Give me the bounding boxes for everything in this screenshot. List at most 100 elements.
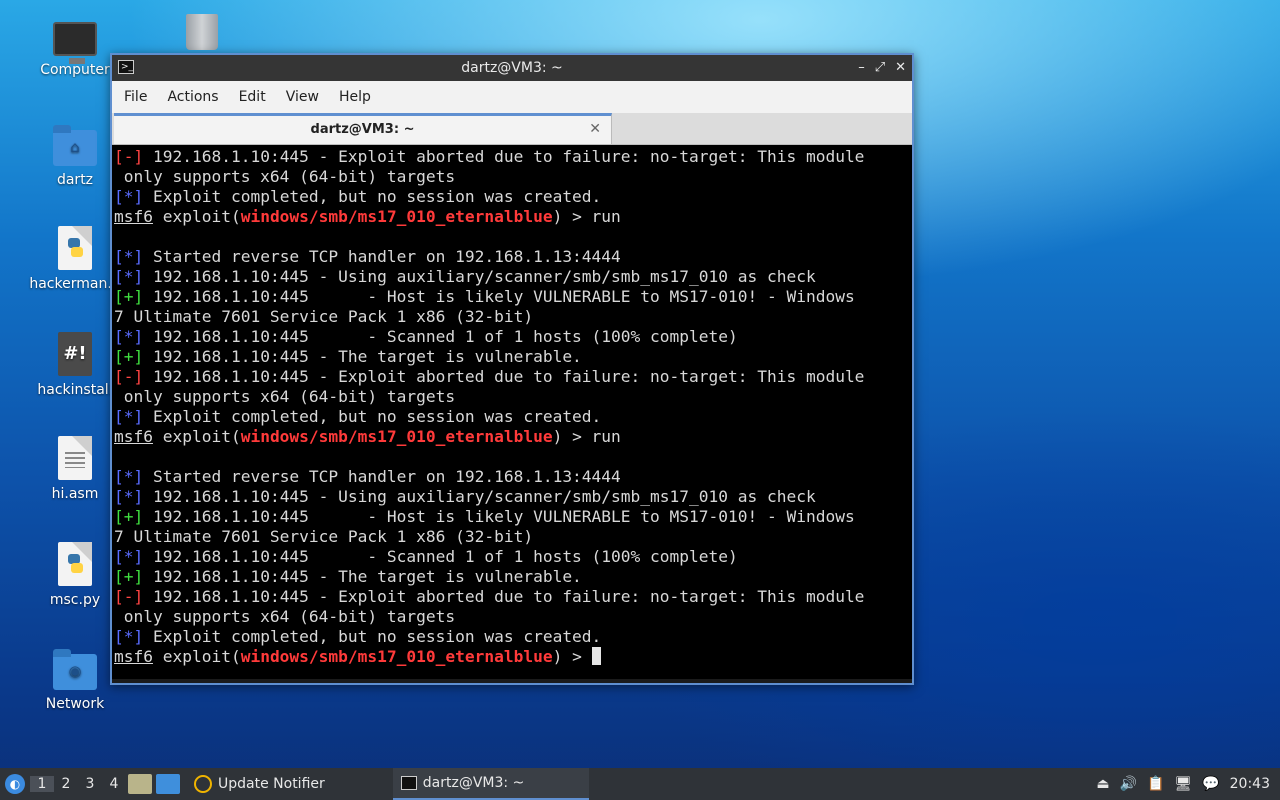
clipboard-icon[interactable]: 📋 — [1147, 776, 1164, 792]
workspace-1[interactable]: 1 — [30, 776, 54, 792]
home-folder-icon: ⌂ — [53, 125, 97, 166]
terminal-line: [*] Exploit completed, but no session wa… — [114, 407, 912, 427]
notification-icon[interactable]: 💬 — [1202, 776, 1219, 792]
terminal-text: 192.168.1.10:445 - Scanned 1 of 1 hosts … — [143, 547, 738, 566]
terminal-line: [+] 192.168.1.10:445 - Host is likely VU… — [114, 287, 912, 307]
terminal-text: 7 Ultimate 7601 Service Pack 1 x86 (32-b… — [114, 307, 534, 326]
terminal-cursor — [591, 647, 601, 665]
workspace-3[interactable]: 3 — [78, 776, 102, 792]
terminal-info-text: [*] — [114, 547, 144, 566]
terminal-prompt-text: msf6 — [114, 647, 153, 666]
menubar: File Actions Edit View Help — [112, 81, 912, 113]
desktop-icon-msc-py[interactable]: msc.py — [27, 542, 123, 608]
terminal-text: 192.168.1.10:445 - Host is likely VULNER… — [143, 507, 855, 526]
text-file-icon — [58, 436, 92, 480]
task-terminal[interactable]: dartz@VM3: ~ — [392, 768, 589, 800]
tray-arrow-icon[interactable]: ⏏ — [1096, 776, 1109, 792]
terminal-line: [*] Exploit completed, but no session wa… — [114, 187, 912, 207]
menu-view[interactable]: View — [276, 89, 329, 105]
terminal-ok-text: [+] — [114, 347, 144, 366]
update-notifier-icon — [194, 775, 212, 793]
workspace-4[interactable]: 4 — [102, 776, 126, 792]
desktop-icon-label: hackerman.p — [29, 276, 121, 292]
terminal-info-text: [*] — [114, 487, 144, 506]
workspace-2[interactable]: 2 — [54, 776, 78, 792]
terminal-line: [*] 192.168.1.10:445 - Scanned 1 of 1 ho… — [114, 327, 912, 347]
desktop-icon-network[interactable]: ◉ Network — [27, 648, 123, 712]
menu-actions[interactable]: Actions — [157, 89, 228, 105]
maximize-button[interactable]: ⤢ — [875, 55, 885, 81]
terminal-module-text: windows/smb/ms17_010_eternalblue — [240, 207, 553, 226]
terminal-info-text: [*] — [114, 267, 144, 286]
terminal-line: [+] 192.168.1.10:445 - The target is vul… — [114, 567, 912, 587]
system-tray: ⏏ 🔊 📋 🖥 💬 20:43 — [1096, 776, 1280, 792]
terminal-text: exploit( — [152, 647, 241, 666]
terminal-text: ) > run — [552, 427, 621, 446]
terminal-line: only supports x64 (64-bit) targets — [114, 167, 912, 187]
computer-icon — [53, 22, 97, 64]
desktop-icon-trash[interactable] — [154, 14, 250, 56]
tab-terminal[interactable]: dartz@VM3: ~ ✕ — [114, 113, 612, 144]
terminal-text: only supports x64 (64-bit) targets — [114, 387, 456, 406]
start-menu-button[interactable]: ◐ — [0, 768, 30, 800]
close-button[interactable]: ✕ — [895, 55, 906, 81]
menu-file[interactable]: File — [114, 89, 157, 105]
terminal-info-text: [*] — [114, 627, 144, 646]
terminal-ok-text: [+] — [114, 287, 144, 306]
terminal-text: 192.168.1.10:445 - The target is vulnera… — [143, 347, 582, 366]
terminal-err-text: [-] — [114, 147, 144, 166]
show-desktop-icon[interactable] — [128, 774, 152, 794]
terminal-line: only supports x64 (64-bit) targets — [114, 607, 912, 627]
terminal-line: msf6 exploit(windows/smb/ms17_010_eterna… — [114, 647, 912, 667]
terminal-prompt-text: msf6 — [114, 207, 153, 226]
clock[interactable]: 20:43 — [1230, 776, 1270, 792]
window-title: dartz@VM3: ~ — [461, 60, 563, 76]
menu-help[interactable]: Help — [329, 89, 381, 105]
desktop-icon-home-folder[interactable]: ⌂ dartz — [27, 124, 123, 188]
python-file-icon — [58, 226, 92, 270]
minimize-button[interactable]: – — [858, 55, 865, 81]
terminal-text: Exploit completed, but no session was cr… — [143, 627, 602, 646]
terminal-info-text: [*] — [114, 187, 144, 206]
terminal-line: msf6 exploit(windows/smb/ms17_010_eterna… — [114, 427, 912, 447]
terminal-ok-text: [+] — [114, 567, 144, 586]
terminal-line: [*] Exploit completed, but no session wa… — [114, 627, 912, 647]
terminal-window: >_ dartz@VM3: ~ – ⤢ ✕ File Actions Edit … — [110, 53, 914, 685]
terminal-text: Exploit completed, but no session was cr… — [143, 407, 602, 426]
terminal-line: [*] Started reverse TCP handler on 192.1… — [114, 247, 912, 267]
desktop-icon-computer[interactable]: Computer — [27, 16, 123, 78]
terminal-line: [*] 192.168.1.10:445 - Using auxiliary/s… — [114, 487, 912, 507]
taskbar: ◐ 1 2 3 4 Update Notifier dartz@VM3: ~ ⏏… — [0, 768, 1280, 800]
task-label: dartz@VM3: ~ — [422, 775, 525, 791]
trash-icon — [186, 14, 218, 50]
tab-label: dartz@VM3: ~ — [310, 122, 415, 137]
task-update-notifier[interactable]: Update Notifier — [186, 768, 333, 800]
terminal-module-text: windows/smb/ms17_010_eternalblue — [240, 427, 553, 446]
menu-edit[interactable]: Edit — [229, 89, 276, 105]
terminal-line: [*] 192.168.1.10:445 - Using auxiliary/s… — [114, 267, 912, 287]
volume-icon[interactable]: 🔊 — [1120, 776, 1137, 792]
file-manager-icon[interactable] — [156, 774, 180, 794]
tab-close-icon[interactable]: ✕ — [589, 116, 601, 143]
terminal-text: ) > — [552, 647, 592, 666]
terminal-output[interactable]: [-] 192.168.1.10:445 - Exploit aborted d… — [112, 145, 912, 679]
network-icon[interactable]: 🖥 — [1174, 776, 1192, 792]
terminal-text: Exploit completed, but no session was cr… — [143, 187, 602, 206]
desktop-icon-label: msc.py — [49, 592, 101, 608]
terminal-info-text: [*] — [114, 407, 144, 426]
terminal-line: msf6 exploit(windows/smb/ms17_010_eterna… — [114, 207, 912, 227]
desktop-icon-label: dartz — [56, 172, 94, 188]
terminal-line: [*] Started reverse TCP handler on 192.1… — [114, 467, 912, 487]
task-label: Update Notifier — [218, 776, 325, 792]
desktop-icon-hi-asm[interactable]: hi.asm — [27, 436, 123, 502]
tab-bar: dartz@VM3: ~ ✕ — [112, 113, 912, 145]
desktop-icon-hackinstall[interactable]: #! hackinstall — [27, 332, 123, 398]
window-titlebar[interactable]: >_ dartz@VM3: ~ – ⤢ ✕ — [112, 55, 912, 81]
terminal-text: 192.168.1.10:445 - Using auxiliary/scann… — [143, 487, 816, 506]
terminal-icon — [400, 776, 417, 790]
terminal-err-text: [-] — [114, 587, 144, 606]
app-menu-icon: ◐ — [5, 774, 25, 794]
terminal-text: 192.168.1.10:445 - Exploit aborted due t… — [143, 367, 865, 386]
desktop-icon-hackerman[interactable]: hackerman.p — [27, 226, 123, 292]
